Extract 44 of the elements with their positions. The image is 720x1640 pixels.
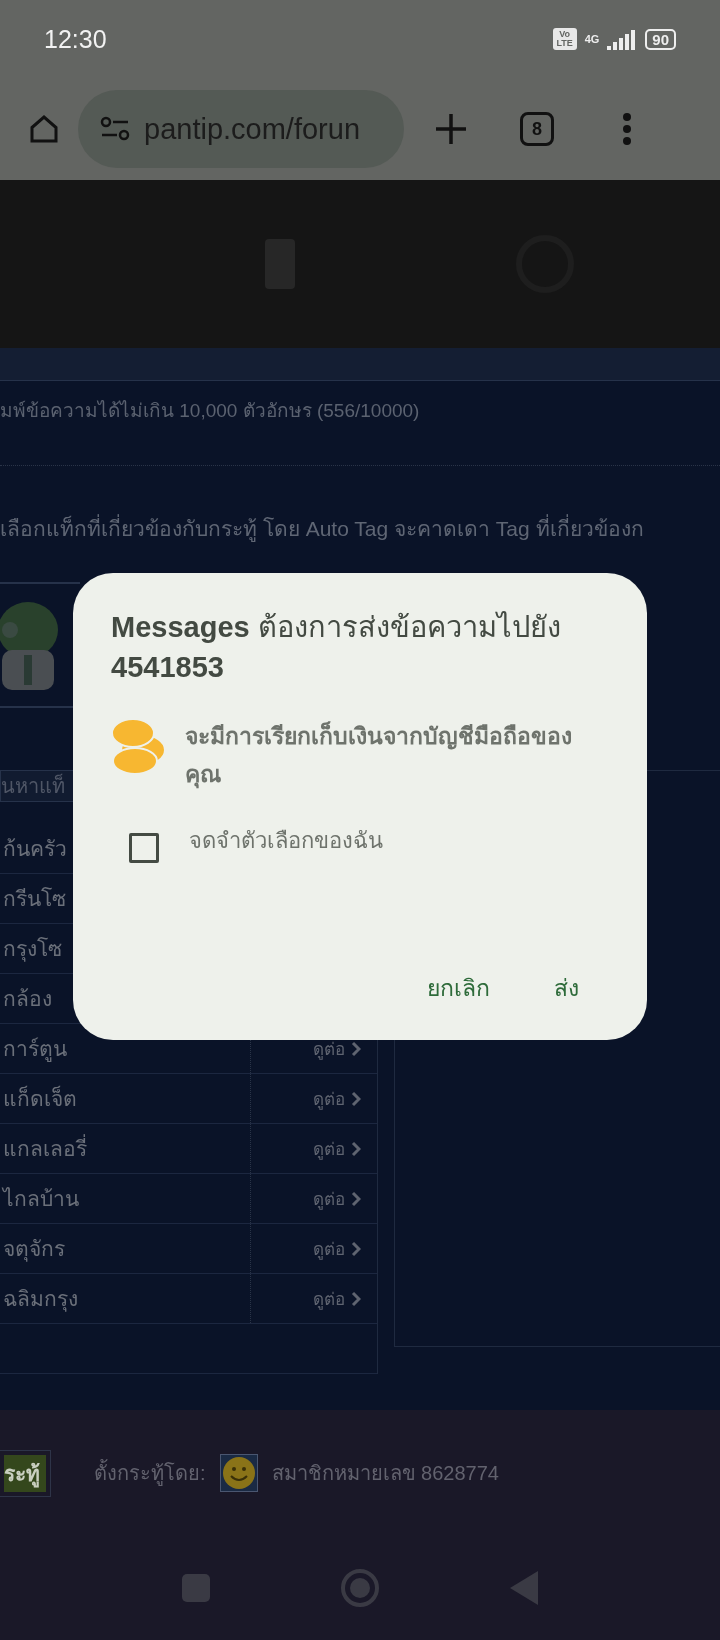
- tag-name: ฉลิมกรุง: [3, 1286, 78, 1314]
- tab-count-button[interactable]: 8: [520, 112, 554, 146]
- member-name: สมาชิกหมายเลข 8628774: [271, 1461, 499, 1486]
- volte-icon: Vo LTE: [552, 28, 577, 50]
- charge-warning: จะมีการเรียกเก็บเงินจากบัญชีมือถือของคุณ: [185, 720, 573, 791]
- smiley-avatar-icon: [219, 1454, 258, 1492]
- more-link[interactable]: ดูต่อ: [313, 1085, 345, 1112]
- chevron-icon: [351, 1040, 361, 1057]
- more-link[interactable]: ดูต่อ: [313, 1235, 345, 1262]
- tag-hint: เลือกแท็กที่เกี่ยวข้องกับกระทู้ โดย Auto Tag จะคาดเดา Tag ที่เกี่ยวข้องก: [0, 466, 720, 582]
- more-link[interactable]: ดูต่อ: [313, 1285, 345, 1312]
- menu-button[interactable]: [622, 112, 632, 146]
- dialog-title: Messages ต้องการส่งข้อความไปยัง 4541853: [111, 610, 562, 685]
- chevron-icon: [351, 1240, 361, 1257]
- new-tab-button[interactable]: [434, 112, 468, 146]
- tag-name: ก้นครัว: [3, 836, 67, 862]
- chevron-icon: [351, 1090, 361, 1107]
- more-link[interactable]: ดูต่อ: [313, 1185, 345, 1212]
- network-type: 4G: [584, 33, 600, 45]
- battery-level: 90: [645, 28, 676, 50]
- more-link[interactable]: ดูต่อ: [313, 1135, 345, 1162]
- clock-time: 12:30: [44, 24, 107, 54]
- character-limit-note: มพ์ข้อความได้ไม่เกิน 10,000 ตัวอักษร (556/10000): [0, 381, 720, 466]
- post-button[interactable]: ระทู้: [0, 1450, 50, 1496]
- tag-name: จตุจักร: [3, 1236, 65, 1264]
- tag-name: แก็ดเจ็ต: [3, 1084, 77, 1112]
- dialog-button[interactable]: ยกเลิก: [415, 966, 502, 1010]
- tag-name: กรุงโซ: [3, 936, 62, 964]
- remember-label: จดจำตัวเลือกของฉัน: [189, 827, 383, 855]
- chevron-icon: [351, 1190, 361, 1207]
- tag-name: ไกลบ้าน: [3, 1186, 79, 1212]
- url-text: pantip.com/forun: [144, 112, 360, 146]
- posted-by-label: ตั้งกระทู้โดย:: [94, 1457, 206, 1489]
- dialog-button[interactable]: ส่ง: [542, 966, 591, 1010]
- tag-name: แกลเลอรี่: [3, 1132, 87, 1165]
- tag-name: กรีนโซ: [3, 886, 66, 912]
- chevron-icon: [351, 1140, 361, 1157]
- tag-name: กล้อง: [3, 986, 52, 1012]
- signal-icon: [607, 28, 638, 50]
- site-settings-icon[interactable]: [100, 115, 130, 143]
- address-bar[interactable]: pantip.com/forun: [78, 90, 404, 168]
- chevron-icon: [351, 1290, 361, 1307]
- tag-name: การ์ตูน: [3, 1036, 67, 1064]
- remember-checkbox[interactable]: [129, 833, 159, 863]
